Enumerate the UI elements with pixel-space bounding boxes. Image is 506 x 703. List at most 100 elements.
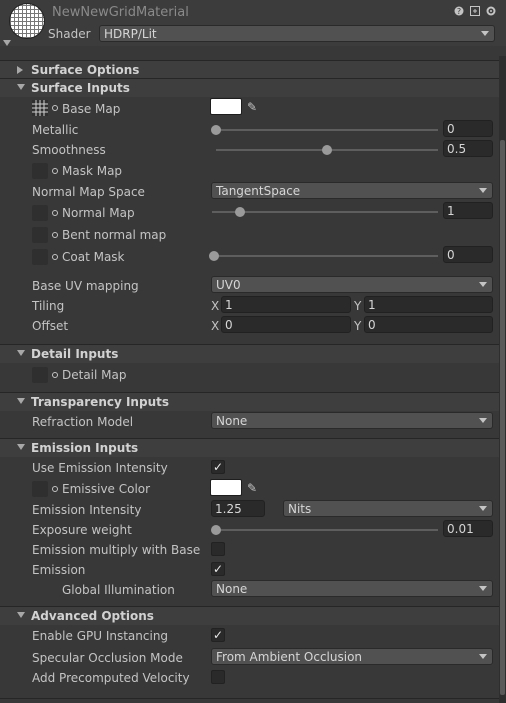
tiling-x-value: 1: [225, 298, 233, 312]
emission-intensity-value: 1.25: [215, 502, 242, 516]
collapse-arrow-icon: [17, 350, 25, 356]
emission-multiply-label: Emission multiply with Base: [32, 543, 201, 557]
collapse-arrow-icon: [17, 398, 25, 404]
emission-checkbox[interactable]: ✓: [211, 562, 225, 576]
precomputed-velocity-label: Add Precomputed Velocity: [32, 671, 190, 685]
exposure-weight-label: Exposure weight: [32, 523, 132, 537]
coat-mask-slider[interactable]: [214, 255, 438, 257]
gear-icon[interactable]: [486, 6, 496, 16]
shader-label: Shader: [48, 27, 91, 41]
refraction-model-dropdown[interactable]: None: [211, 412, 493, 429]
eyedropper-icon[interactable]: ✎: [244, 480, 260, 496]
normal-map-slider[interactable]: [212, 211, 438, 213]
texture-picker-icon[interactable]: [52, 254, 58, 260]
smoothness-field[interactable]: 0.5: [443, 140, 493, 157]
section-title: Emission Inputs: [31, 441, 139, 455]
section-surface-inputs[interactable]: Surface Inputs: [0, 78, 506, 97]
offset-x-field[interactable]: 0: [221, 316, 351, 333]
help-icon[interactable]: ?: [454, 6, 464, 16]
chevron-down-icon: [479, 654, 487, 659]
global-illumination-dropdown[interactable]: None: [211, 580, 493, 597]
collapse-arrow-icon: [17, 612, 25, 618]
collapse-header-icon[interactable]: [3, 40, 11, 46]
coat-mask-label: Coat Mask: [62, 250, 125, 264]
offset-y-field[interactable]: 0: [364, 316, 493, 333]
normal-map-slider-thumb[interactable]: [235, 207, 246, 217]
use-emission-intensity-checkbox[interactable]: ✓: [211, 460, 225, 474]
emissive-color-map-slot[interactable]: [32, 481, 48, 497]
material-preview-thumbnail: [10, 4, 44, 38]
normal-map-space-label: Normal Map Space: [32, 185, 145, 199]
section-surface-options[interactable]: Surface Options: [0, 60, 506, 79]
chevron-down-icon: [479, 188, 487, 193]
chevron-down-icon: [479, 282, 487, 287]
tiling-x-field[interactable]: 1: [221, 296, 351, 313]
chevron-down-icon: [479, 586, 487, 591]
texture-picker-icon[interactable]: [52, 168, 58, 174]
section-title: Transparency Inputs: [31, 395, 169, 409]
mask-map-slot[interactable]: [32, 163, 48, 179]
shader-value: HDRP/Lit: [104, 27, 157, 41]
metallic-field[interactable]: 0: [443, 120, 493, 137]
bent-normal-map-label: Bent normal map: [62, 228, 167, 242]
normal-map-field[interactable]: 1: [443, 202, 493, 219]
smoothness-label: Smoothness: [32, 143, 106, 157]
divider: [0, 698, 506, 699]
emission-multiply-checkbox[interactable]: [211, 542, 225, 556]
exposure-weight-slider[interactable]: [214, 529, 438, 531]
coat-mask-value: 0: [447, 248, 455, 262]
section-emission-inputs[interactable]: Emission Inputs: [0, 438, 506, 457]
gpu-instancing-checkbox[interactable]: ✓: [211, 628, 225, 642]
metallic-slider[interactable]: [216, 129, 438, 131]
texture-picker-icon[interactable]: [52, 486, 58, 492]
mask-map-label: Mask Map: [62, 164, 123, 178]
coat-mask-field[interactable]: 0: [443, 246, 493, 263]
detail-map-slot[interactable]: [32, 367, 48, 383]
exposure-weight-slider-thumb[interactable]: [211, 525, 222, 535]
coat-mask-slot[interactable]: [32, 249, 48, 265]
texture-picker-icon[interactable]: [52, 372, 58, 378]
section-detail-inputs[interactable]: Detail Inputs: [0, 344, 506, 363]
emission-unit-dropdown[interactable]: Nits: [283, 500, 493, 517]
section-advanced-options[interactable]: Advanced Options: [0, 606, 506, 625]
eyedropper-icon[interactable]: ✎: [244, 99, 260, 115]
section-title: Surface Inputs: [31, 81, 130, 95]
global-illumination-value: None: [216, 582, 248, 596]
smoothness-slider-thumb[interactable]: [322, 145, 332, 155]
precomputed-velocity-checkbox[interactable]: [211, 670, 225, 684]
shader-dropdown[interactable]: HDRP/Lit: [99, 25, 495, 42]
gpu-instancing-label: Enable GPU Instancing: [32, 629, 169, 643]
texture-picker-icon[interactable]: [52, 105, 58, 111]
tiling-y-field[interactable]: 1: [364, 296, 493, 313]
base-map-label: Base Map: [62, 102, 121, 116]
expand-arrow-icon: [17, 66, 23, 74]
emissive-color-swatch[interactable]: [210, 479, 242, 496]
texture-picker-icon[interactable]: [52, 232, 58, 238]
texture-picker-icon[interactable]: [52, 210, 58, 216]
smoothness-value: 0.5: [447, 142, 467, 156]
tiling-y-label: Y: [354, 299, 362, 313]
global-illumination-label: Global Illumination: [62, 583, 175, 597]
tiling-label: Tiling: [32, 299, 65, 313]
section-transparency-inputs[interactable]: Transparency Inputs: [0, 392, 506, 411]
exposure-weight-field[interactable]: 0.01: [443, 520, 493, 537]
grid-texture-icon[interactable]: [32, 100, 48, 116]
emission-label: Emission: [32, 563, 86, 577]
specular-occlusion-dropdown[interactable]: From Ambient Occlusion: [211, 648, 493, 665]
metallic-label: Metallic: [32, 123, 79, 137]
offset-y-value: 0: [368, 318, 376, 332]
normal-map-slot[interactable]: [32, 205, 48, 221]
bent-normal-map-slot[interactable]: [32, 227, 48, 243]
base-color-swatch[interactable]: [210, 98, 242, 115]
normal-map-space-value: TangentSpace: [216, 184, 301, 198]
coat-mask-slider-thumb[interactable]: [209, 251, 219, 261]
svg-text:?: ?: [457, 7, 461, 16]
base-uv-mapping-dropdown[interactable]: UV0: [211, 276, 493, 293]
exposure-weight-value: 0.01: [447, 522, 474, 536]
normal-map-space-dropdown[interactable]: TangentSpace: [211, 182, 493, 199]
emission-intensity-label: Emission Intensity: [32, 503, 142, 517]
emission-intensity-field[interactable]: 1.25: [211, 500, 265, 517]
inspector-scrollbar-thumb[interactable]: [500, 140, 505, 695]
metallic-slider-thumb[interactable]: [211, 125, 221, 135]
preset-icon[interactable]: [470, 6, 480, 16]
